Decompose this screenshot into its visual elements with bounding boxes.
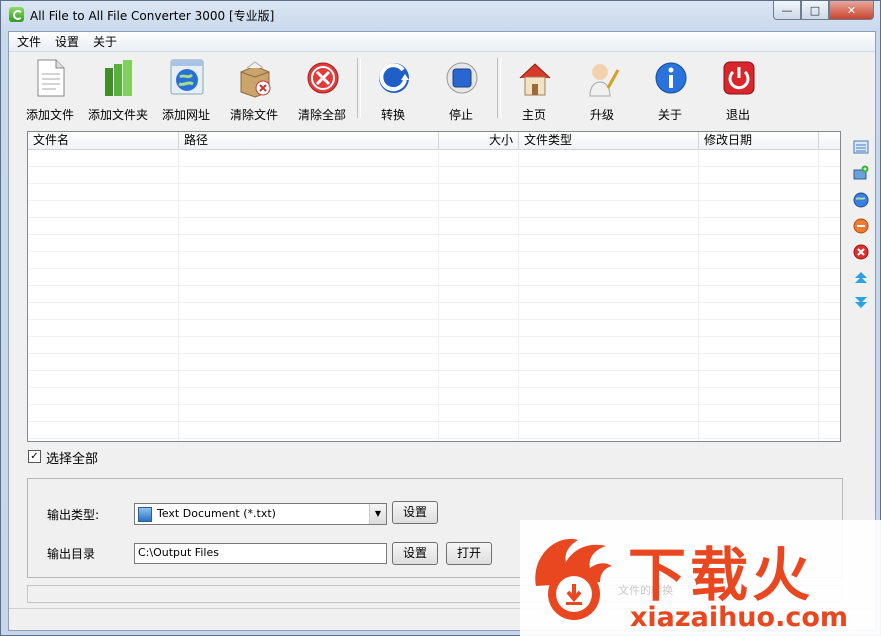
convert-label: 转换	[380, 108, 405, 122]
file-list-header: 文件名 路径 大小 文件类型 修改日期	[28, 132, 840, 150]
text-document-icon	[138, 507, 152, 522]
convert-button[interactable]: 转换	[360, 56, 426, 122]
stop-button[interactable]: 停止	[428, 56, 494, 122]
table-row[interactable]	[28, 371, 840, 388]
watermark-title: 下载火	[628, 541, 815, 609]
remove-file-icon	[240, 61, 271, 98]
add-folder-label: 添加文件夹	[87, 108, 148, 122]
output-type-select[interactable]: Text Document (*.txt) ▼	[134, 503, 387, 525]
add-folder-button[interactable]: 添加文件夹	[85, 56, 151, 122]
add-folder-icon	[105, 60, 132, 96]
power-icon	[723, 61, 755, 95]
window-title: All File to All File Converter 3000 [专业版…	[30, 9, 275, 23]
select-all-label: 选择全部	[46, 452, 99, 467]
remove-small-icon[interactable]	[853, 218, 869, 234]
add-url-label: 添加网址	[161, 108, 210, 122]
minimize-button[interactable]: —	[773, 1, 801, 20]
add-folder-small-icon[interactable]	[853, 165, 869, 181]
clear-all-label: 清除全部	[297, 108, 346, 122]
output-dir-settings-button[interactable]: 设置	[392, 542, 438, 565]
watermark-logo	[535, 539, 612, 620]
menu-about[interactable]: 关于	[90, 33, 120, 50]
table-row[interactable]	[28, 235, 840, 252]
table-row[interactable]	[28, 303, 840, 320]
remove-file-label: 清除文件	[229, 108, 278, 122]
convert-icon	[379, 63, 409, 93]
clear-all-button[interactable]: 清除全部	[289, 56, 355, 122]
table-row[interactable]	[28, 354, 840, 371]
move-down-icon[interactable]	[853, 294, 869, 310]
add-url-icon	[170, 59, 204, 95]
add-url-button[interactable]: 添加网址	[153, 56, 219, 122]
output-dir-field[interactable]	[134, 543, 387, 564]
table-row[interactable]	[28, 184, 840, 201]
about-label: 关于	[657, 108, 682, 122]
home-label: 主页	[521, 108, 546, 122]
col-modified[interactable]: 修改日期	[699, 132, 819, 149]
table-row[interactable]	[28, 286, 840, 303]
upgrade-label: 升级	[589, 108, 614, 122]
add-file-label: 添加文件	[25, 108, 74, 122]
table-row[interactable]	[28, 201, 840, 218]
info-icon	[655, 62, 687, 94]
file-list[interactable]: 文件名 路径 大小 文件类型 修改日期	[27, 131, 841, 442]
output-type-label: 输出类型:	[47, 508, 100, 522]
menu-file[interactable]: 文件	[14, 33, 44, 50]
table-row[interactable]	[28, 150, 840, 167]
table-row[interactable]	[28, 337, 840, 354]
watermark: 文件的转换 下载火 xiazaihuo.com	[520, 520, 881, 636]
add-url-small-icon[interactable]	[853, 192, 869, 208]
output-dir-label: 输出目录	[47, 547, 96, 561]
table-row[interactable]	[28, 422, 840, 439]
upgrade-button[interactable]: 升级	[569, 56, 635, 122]
stop-label: 停止	[448, 108, 473, 122]
add-file-button[interactable]: 添加文件	[17, 56, 83, 122]
table-row[interactable]	[28, 388, 840, 405]
upgrade-icon	[589, 64, 620, 97]
watermark-url: xiazaihuo.com	[630, 602, 849, 633]
col-path[interactable]: 路径	[179, 132, 439, 149]
app-logo-icon	[9, 7, 24, 22]
maximize-button[interactable]: □	[801, 1, 829, 20]
home-button[interactable]: 主页	[501, 56, 567, 122]
move-up-icon[interactable]	[853, 270, 869, 286]
exit-button[interactable]: 退出	[705, 56, 771, 122]
close-button[interactable]: ✕	[829, 1, 874, 20]
table-row[interactable]	[28, 167, 840, 184]
about-button[interactable]: 关于	[637, 56, 703, 122]
menu-bar: 文件 设置 关于	[9, 32, 875, 52]
col-filename[interactable]: 文件名	[28, 132, 179, 149]
file-list-rows	[28, 150, 840, 439]
title-bar: All File to All File Converter 3000 [专业版…	[1, 1, 880, 31]
clear-small-icon[interactable]	[853, 244, 869, 260]
table-row[interactable]	[28, 405, 840, 422]
select-all-checkbox[interactable]: ✓	[28, 450, 41, 463]
exit-label: 退出	[725, 108, 750, 122]
table-row[interactable]	[28, 320, 840, 337]
chevron-down-icon[interactable]: ▼	[369, 504, 386, 524]
menu-settings[interactable]: 设置	[52, 33, 82, 50]
toolbar: 添加文件 添加文件夹 添加网址 清除文件 清除全部 转换 停止 主页 升级 关于…	[9, 52, 875, 124]
home-icon	[519, 63, 551, 96]
table-row[interactable]	[28, 269, 840, 286]
col-size[interactable]: 大小	[439, 132, 519, 149]
remove-file-button[interactable]: 清除文件	[221, 56, 287, 122]
table-row[interactable]	[28, 252, 840, 269]
stop-icon	[446, 62, 478, 94]
output-dir-input[interactable]	[135, 544, 381, 561]
table-row[interactable]	[28, 218, 840, 235]
add-file-icon	[37, 59, 65, 97]
output-type-value: Text Document (*.txt)	[157, 507, 276, 520]
list-view-icon[interactable]	[853, 139, 869, 155]
open-folder-button[interactable]: 打开	[446, 542, 492, 565]
col-filetype[interactable]: 文件类型	[519, 132, 699, 149]
output-type-settings-button[interactable]: 设置	[392, 501, 438, 524]
clear-all-icon	[307, 62, 339, 94]
